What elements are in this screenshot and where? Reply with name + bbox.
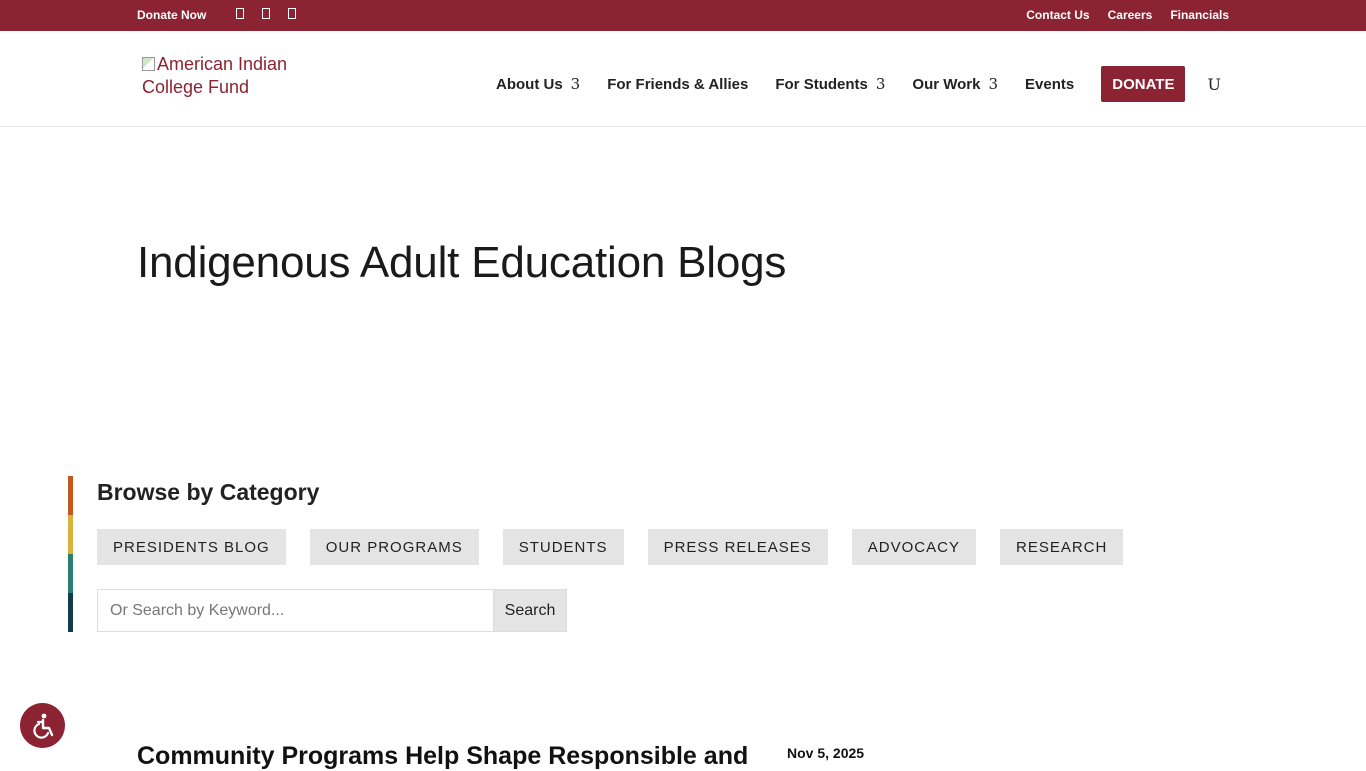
facebook-icon[interactable] — [236, 8, 244, 19]
category-chips: PRESIDENTS BLOG OUR PROGRAMS STUDENTS PR… — [97, 529, 1124, 565]
decorative-color-bar — [68, 476, 73, 632]
search-icon[interactable]: U — [1207, 75, 1220, 94]
broken-image-icon — [142, 57, 155, 71]
nav-item-label: Our Work — [912, 75, 981, 93]
category-our-programs[interactable]: OUR PROGRAMS — [309, 529, 479, 565]
wheelchair-icon — [32, 713, 53, 739]
color-segment — [68, 476, 73, 515]
color-segment — [68, 515, 73, 554]
category-presidents-blog[interactable]: PRESIDENTS BLOG — [97, 529, 286, 565]
twitter-icon[interactable] — [262, 8, 270, 19]
keyword-search-form: Search — [97, 589, 567, 632]
nav-item-label: For Students — [775, 75, 868, 93]
main-header: American Indian College Fund About Us 3 … — [0, 31, 1366, 127]
category-advocacy[interactable]: ADVOCACY — [851, 529, 976, 565]
color-segment — [68, 554, 73, 593]
nav-item-about-us[interactable]: About Us 3 — [496, 75, 580, 93]
nav-item-our-work[interactable]: Our Work 3 — [912, 75, 998, 93]
post-title[interactable]: Community Programs Help Shape Responsibl… — [137, 742, 748, 771]
site-logo[interactable]: American Indian College Fund — [142, 53, 322, 99]
main-nav: About Us 3 For Friends & Allies For Stud… — [496, 66, 1221, 102]
donate-now-link[interactable]: Donate Now — [137, 8, 206, 22]
chevron-down-icon: 3 — [570, 75, 581, 93]
accessibility-icon[interactable] — [20, 703, 65, 748]
utility-links: Contact Us Careers Financials — [1026, 8, 1229, 22]
category-research[interactable]: RESEARCH — [999, 529, 1124, 565]
browse-title: Browse by Category — [97, 479, 320, 505]
category-press-releases[interactable]: PRESS RELEASES — [647, 529, 828, 565]
page-title: Indigenous Adult Education Blogs — [137, 238, 787, 287]
top-utility-bar: Donate Now Contact Us Careers Financials — [0, 0, 1366, 31]
keyword-search-input[interactable] — [97, 589, 493, 632]
browse-by-category-section: Browse by Category PRESIDENTS BLOG OUR P… — [68, 476, 1168, 632]
nav-item-events[interactable]: Events — [1025, 76, 1074, 93]
nav-item-label: About Us — [496, 75, 563, 93]
search-button[interactable]: Search — [493, 589, 567, 632]
nav-item-friends-allies[interactable]: For Friends & Allies — [607, 76, 748, 93]
color-segment — [68, 593, 73, 632]
logo-alt-text: American Indian College Fund — [142, 54, 288, 97]
instagram-icon[interactable] — [288, 8, 296, 19]
chevron-down-icon: 3 — [875, 75, 886, 93]
nav-item-label: For Friends & Allies — [607, 75, 749, 93]
contact-us-link[interactable]: Contact Us — [1026, 8, 1089, 22]
nav-item-label: Events — [1025, 75, 1075, 93]
post-date: Nov 5, 2025 — [787, 745, 865, 761]
donate-button[interactable]: DONATE — [1101, 66, 1186, 102]
chevron-down-icon: 3 — [988, 75, 999, 93]
category-students[interactable]: STUDENTS — [502, 529, 624, 565]
nav-item-for-students[interactable]: For Students 3 — [775, 75, 885, 93]
financials-link[interactable]: Financials — [1170, 8, 1229, 22]
careers-link[interactable]: Careers — [1108, 8, 1153, 22]
